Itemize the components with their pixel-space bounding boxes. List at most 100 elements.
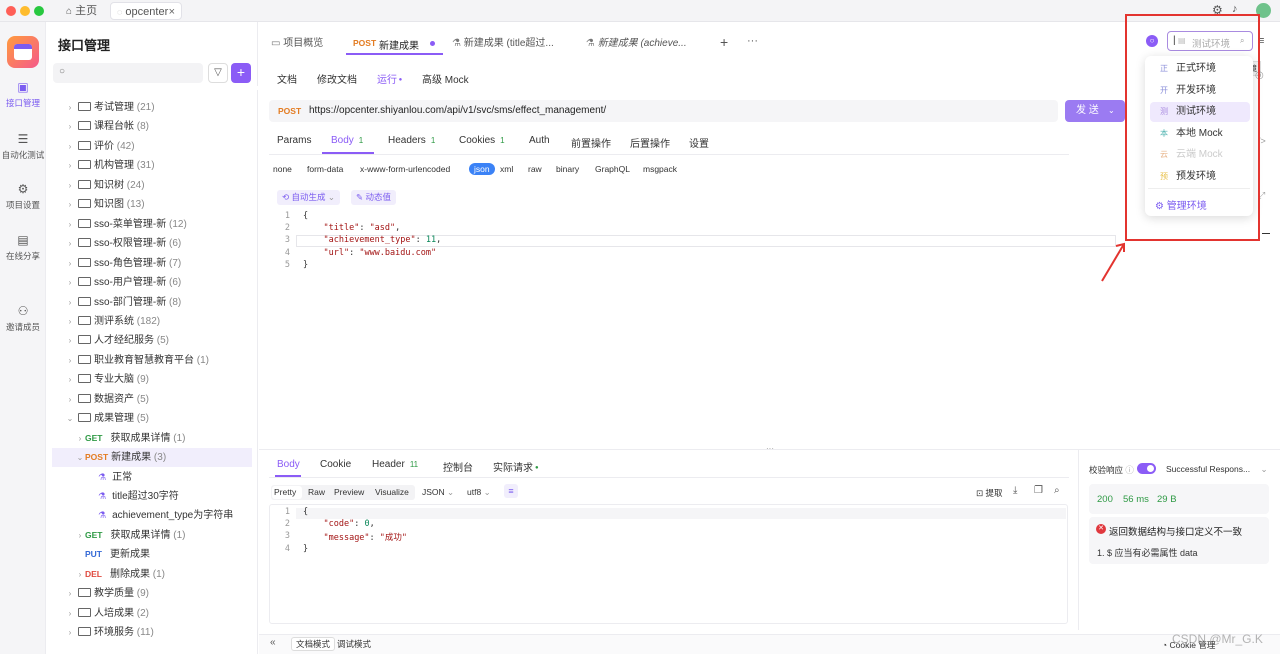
subtab-edit-docs[interactable]: 修改文档 (317, 71, 357, 86)
tree-item[interactable]: › GET 获取成果详情 (1) (52, 526, 252, 545)
param-tab[interactable]: Cookies 1 (459, 135, 505, 146)
body-type-option[interactable]: xml (500, 164, 513, 174)
splitter-handle-icon[interactable]: ··· (766, 444, 774, 453)
subtab-run[interactable]: 运行 ● (377, 71, 402, 86)
close-tab-icon[interactable]: × (169, 3, 175, 21)
chevron-right-icon[interactable]: › (65, 176, 75, 195)
param-tab[interactable]: Headers 1 (388, 135, 435, 146)
tree-item[interactable]: › 职业教育智慧教育平台 (1) (52, 351, 252, 370)
tree-item[interactable]: › sso-角色管理-新 (7) (52, 254, 252, 273)
chevron-right-icon[interactable]: › (65, 254, 75, 273)
body-type-option[interactable]: none (273, 164, 292, 174)
debug-mode-button[interactable]: 调试模式 (337, 637, 371, 651)
tree-item[interactable]: › 知识图 (13) (52, 195, 252, 214)
tree-item[interactable]: › GET 获取成果详情 (1) (52, 429, 252, 448)
body-type-option[interactable]: GraphQL (595, 164, 630, 174)
send-button[interactable]: 发 送 ⌄ (1065, 100, 1125, 122)
tab-4[interactable]: ⚗ 新建成果 (achieve... (586, 33, 687, 55)
tab-overview[interactable]: ▭ 项目概览 (271, 33, 323, 55)
minimize-window-icon[interactable] (20, 6, 30, 16)
encoding-select[interactable]: utf8 ⌄ (467, 487, 491, 498)
rail-api-management[interactable]: ▣ 接口管理 (0, 80, 46, 109)
tree-item[interactable]: › 数据资产 (5) (52, 390, 252, 409)
param-tab[interactable]: 后置操作 (630, 135, 670, 150)
response-tab[interactable]: Cookie (320, 459, 351, 470)
view-pretty[interactable]: Pretty (274, 487, 296, 497)
response-definition-select[interactable]: Successful Respons... ⌄ (1166, 464, 1268, 475)
copy-icon[interactable]: ❐ (1034, 485, 1043, 496)
subtab-advanced-mock[interactable]: 高级 Mock (422, 71, 469, 86)
extract-button[interactable]: ⊡ 提取 (976, 487, 1003, 499)
tree-item[interactable]: ⌄ POST 新建成果 (3) (52, 448, 252, 468)
body-type-option[interactable]: form-data (307, 164, 343, 174)
response-tab[interactable]: 控制台 (443, 459, 473, 474)
chevron-right-icon[interactable]: › (65, 98, 75, 117)
home-tab[interactable]: ⌂ 主页 (60, 2, 104, 20)
chevron-right-icon[interactable]: › (65, 623, 75, 642)
tree-item[interactable]: › 人培成果 (2) (52, 604, 252, 623)
view-visualize[interactable]: Visualize (375, 487, 409, 497)
response-tab[interactable]: 实际请求 ● (493, 459, 539, 474)
chevron-right-icon[interactable]: › (65, 351, 75, 370)
chevron-right-icon[interactable]: › (65, 215, 75, 234)
add-tab-button[interactable]: + (720, 31, 728, 53)
param-tab[interactable]: Body 1 (331, 135, 363, 146)
tab-active[interactable]: POST 新建成果 (346, 33, 443, 55)
tree-item[interactable]: › 课程台帐 (8) (52, 117, 252, 136)
filter-button[interactable]: ▽ (208, 63, 228, 83)
view-raw[interactable]: Raw (308, 487, 325, 497)
tree-item[interactable]: › sso-用户管理-新 (6) (52, 273, 252, 292)
chevron-right-icon[interactable]: › (65, 137, 75, 156)
chevron-right-icon[interactable]: › (75, 526, 85, 545)
response-tab[interactable]: Body (277, 459, 300, 470)
body-type-option[interactable]: binary (556, 164, 579, 174)
url-input[interactable]: https://opcenter.shiyanlou.com/api/v1/sv… (309, 105, 606, 116)
tree-item[interactable]: › 环境服务 (11) (52, 623, 252, 642)
tab-3[interactable]: ⚗ 新建成果 (title超过... (452, 33, 554, 55)
chevron-right-icon[interactable]: › (65, 331, 75, 350)
chevron-right-icon[interactable]: › (75, 565, 85, 584)
chevron-right-icon[interactable]: › (65, 293, 75, 312)
tree-item[interactable]: › sso-部门管理-新 (8) (52, 293, 252, 312)
tree-item[interactable]: PUT 更新成果 (52, 545, 252, 564)
param-tab[interactable]: 设置 (689, 135, 709, 150)
subtab-docs[interactable]: 文档 (277, 71, 297, 86)
maximize-window-icon[interactable] (34, 6, 44, 16)
param-tab[interactable]: Params (277, 135, 311, 146)
tree-item[interactable]: › 教学质量 (9) (52, 584, 252, 603)
chevron-right-icon[interactable]: › (65, 195, 75, 214)
tree-item[interactable]: › sso-菜单管理-新 (12) (52, 215, 252, 234)
tree-item[interactable]: ⚗ 正常 (52, 468, 252, 487)
format-select[interactable]: JSON ⌄ (422, 487, 454, 498)
method-select[interactable]: POST (278, 106, 301, 116)
chevron-right-icon[interactable]: › (65, 117, 75, 136)
tree-item[interactable]: ⌄ 成果管理 (5) (52, 409, 252, 428)
body-type-option[interactable]: raw (528, 164, 542, 174)
chevron-right-icon[interactable]: › (65, 234, 75, 253)
chevron-right-icon[interactable]: › (75, 429, 85, 448)
tree-item[interactable]: › 机构管理 (31) (52, 156, 252, 175)
dynamic-value-button[interactable]: ✎ 动态值 (351, 190, 397, 205)
chevron-right-icon[interactable]: › (65, 312, 75, 331)
tree-item[interactable]: › 人才经纪服务 (5) (52, 331, 252, 350)
param-tab[interactable]: Auth (529, 135, 550, 146)
chevron-right-icon[interactable]: › (65, 390, 75, 409)
body-type-option[interactable]: msgpack (643, 164, 677, 174)
view-preview[interactable]: Preview (334, 487, 364, 497)
add-button[interactable]: + (231, 63, 251, 83)
body-type-option[interactable]: json (469, 163, 495, 175)
more-tabs-button[interactable]: ··· (747, 30, 758, 52)
param-tab[interactable]: 前置操作 (571, 135, 611, 150)
project-tab[interactable]: ◌ opcenter × (110, 2, 182, 20)
chevron-right-icon[interactable]: › (65, 273, 75, 292)
tree-item[interactable]: ⚗ title超过30字符 (52, 487, 252, 506)
validation-toggle[interactable] (1137, 463, 1156, 474)
rail-online-share[interactable]: ▤ 在线分享 (0, 233, 46, 262)
tree-item[interactable]: › sso-权限管理-新 (6) (52, 234, 252, 253)
doc-mode-button[interactable]: 文档模式 (291, 637, 336, 651)
response-tab[interactable]: Header 11 (372, 459, 418, 470)
body-type-option[interactable]: x-www-form-urlencoded (360, 164, 450, 174)
chevron-right-icon[interactable]: › (65, 156, 75, 175)
rail-invite-members[interactable]: ⚇ 邀请成员 (0, 304, 46, 333)
chevron-down-icon[interactable]: ⌄ (1108, 100, 1115, 122)
